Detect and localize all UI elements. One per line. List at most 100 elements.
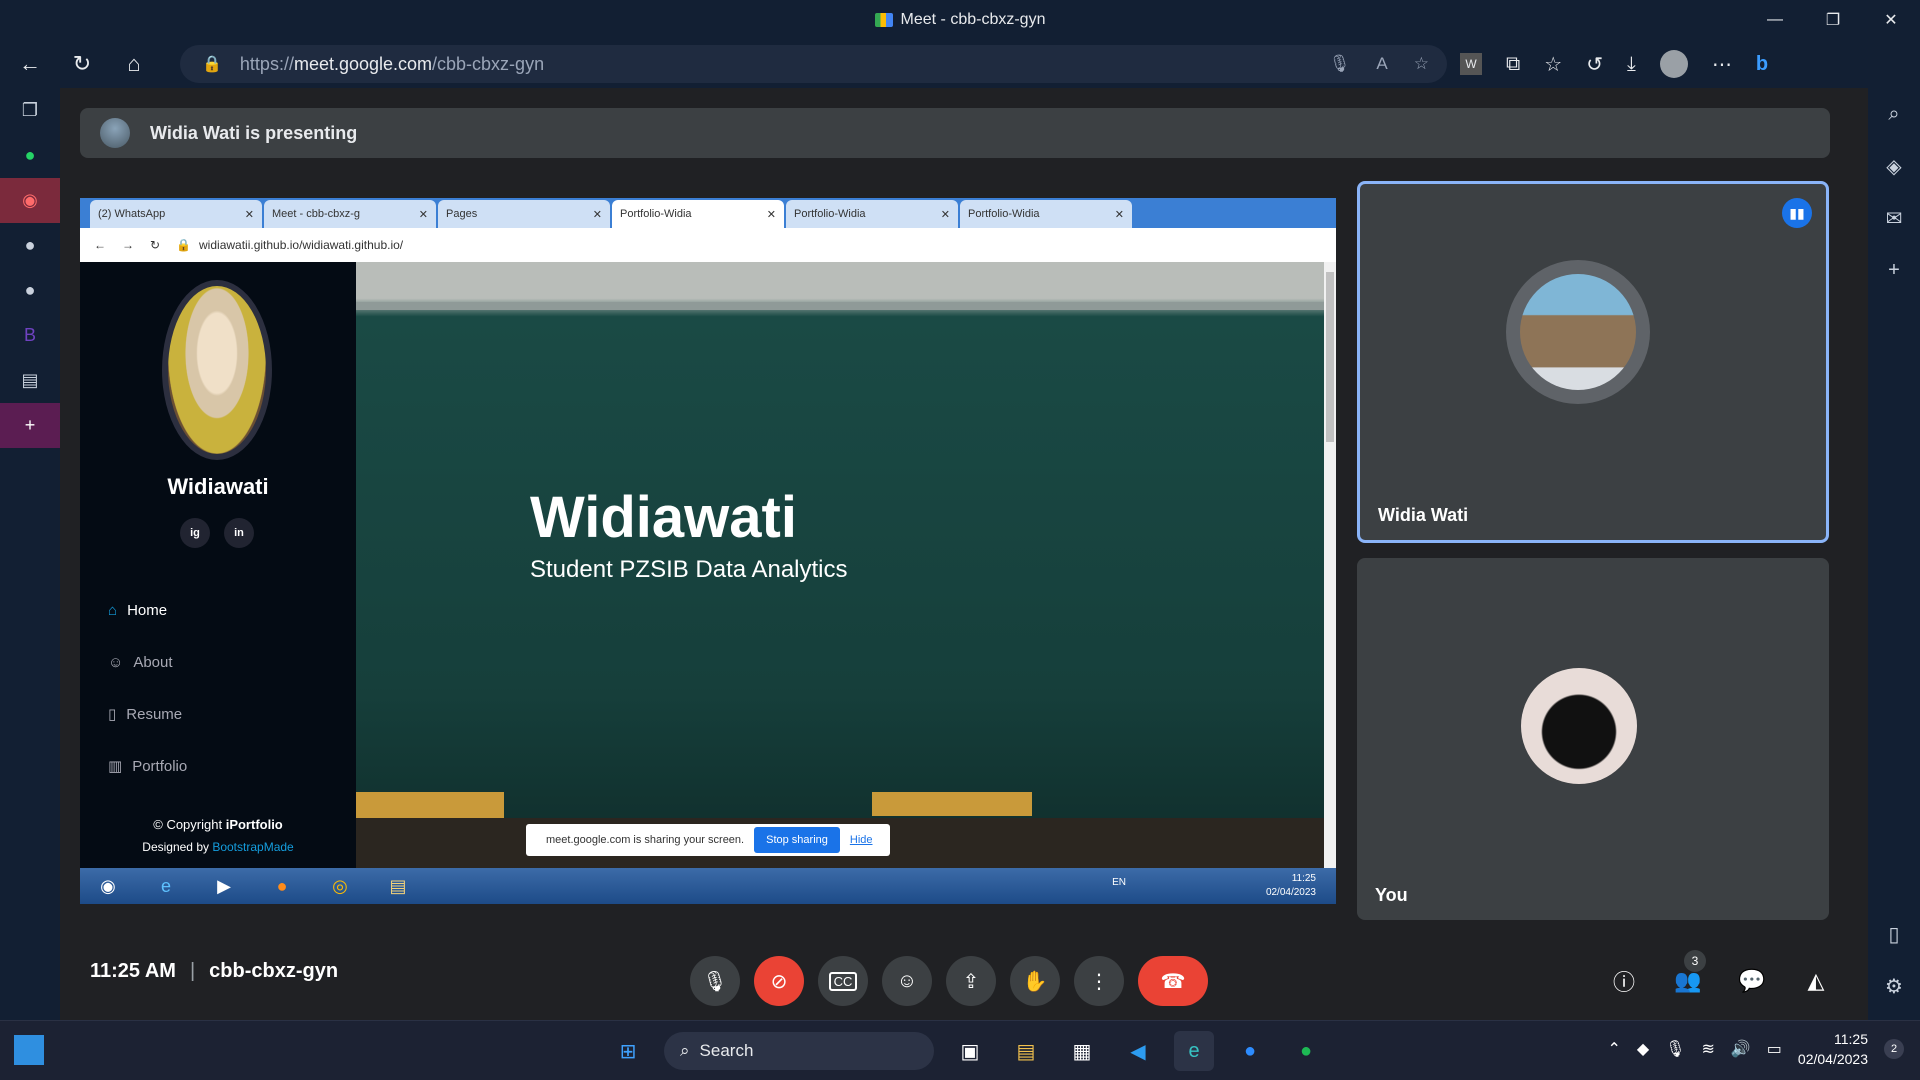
- present-icon: ⇪: [962, 970, 980, 993]
- edge-sidebar-right: ⌕ ◈ ✉ + ▯ ⚙: [1868, 88, 1920, 1020]
- emoji-icon: ☺: [896, 969, 918, 992]
- stop-sharing-button: Stop sharing: [754, 827, 840, 853]
- notification-badge[interactable]: 2: [1884, 1039, 1904, 1059]
- present-button[interactable]: ⇪: [946, 956, 996, 1006]
- nav-label: About: [133, 653, 173, 671]
- extension-w-icon[interactable]: W: [1460, 53, 1482, 75]
- more-vert-icon: ⋮: [1089, 970, 1109, 993]
- wifi-icon[interactable]: ≋: [1701, 1039, 1714, 1059]
- whatsapp-tab-icon[interactable]: ●: [0, 133, 60, 178]
- profile-photo: [162, 280, 272, 460]
- shared-tab-label: Pages: [446, 208, 478, 220]
- shared-screen: (2) WhatsApp ✕ Meet - cbb-cbxz-g ✕ Pages ✕ …: [80, 198, 1336, 904]
- widgets-icon[interactable]: [14, 1035, 44, 1065]
- maximize-button[interactable]: ❐: [1804, 0, 1862, 40]
- activities-button[interactable]: ◭: [1794, 956, 1838, 1006]
- vscode-icon[interactable]: ◀: [1118, 1031, 1158, 1071]
- microphone-icon[interactable]: 🎙: [1329, 54, 1351, 74]
- participant-name: You: [1375, 885, 1408, 905]
- battery-icon[interactable]: ▭: [1767, 1039, 1782, 1059]
- history-icon[interactable]: ↺: [1586, 52, 1603, 77]
- taskbar-search[interactable]: ⌕ Search: [664, 1032, 934, 1070]
- dropbox-icon[interactable]: ◆: [1637, 1039, 1649, 1059]
- outlook-icon[interactable]: ✉: [1868, 192, 1920, 244]
- home-button[interactable]: ⌂: [112, 44, 156, 84]
- url-path: /cbb-cbxz-gyn: [432, 53, 545, 74]
- file-explorer-icon[interactable]: ▤: [1006, 1031, 1046, 1071]
- new-tab-icon[interactable]: +: [0, 403, 60, 448]
- clock-date: 02/04/2023: [1797, 1051, 1868, 1067]
- extensions-icon[interactable]: ⧉: [1506, 53, 1520, 76]
- meeting-details-button[interactable]: ⓘ: [1602, 956, 1646, 1006]
- sidebar-toggle-icon[interactable]: ▯: [1868, 908, 1920, 960]
- microphone-button[interactable]: 🎙: [690, 956, 740, 1006]
- store-icon[interactable]: ▦: [1062, 1031, 1102, 1071]
- people-icon: 👥: [1674, 968, 1702, 993]
- address-input[interactable]: 🔒 https://meet.google.com/cbb-cbxz-gyn 🎙…: [180, 45, 1447, 83]
- github-tab-icon-2[interactable]: ●: [0, 268, 60, 313]
- edge-icon[interactable]: e: [1174, 1031, 1214, 1071]
- hand-icon: ✋: [1022, 970, 1048, 993]
- edge-sidebar-left: ❐ ● ◉ ● ● B ▤ +: [0, 88, 60, 1020]
- zoom-icon[interactable]: ●: [1230, 1031, 1270, 1071]
- shared-tab-label: Meet - cbb-cbxz-g: [272, 208, 361, 220]
- reload-button[interactable]: ↻: [60, 44, 104, 84]
- portfolio-sidebar: Widiawati ig in ⌂ Home ☺ About ▯ Resume ▥ Po…: [80, 262, 356, 868]
- raise-hand-button[interactable]: ✋: [1010, 956, 1060, 1006]
- window-titlebar: Meet - cbb-cbxz-gyn — ❐ ✕: [0, 0, 1920, 40]
- designed-brand: BootstrapMade: [212, 840, 294, 854]
- minimize-button[interactable]: —: [1746, 0, 1804, 40]
- leave-call-button[interactable]: ☎: [1138, 956, 1208, 1006]
- clock-time: 11:25: [1834, 1031, 1868, 1047]
- github-tab-icon[interactable]: ●: [0, 223, 60, 268]
- portfolio-nav: ⌂ Home ☺ About ▯ Resume ▥ Portfolio: [108, 584, 187, 792]
- system-tray: ⌃ ◆ 🎙 ≋ 🔊 ▭ 11:25 02/04/2023 2: [1607, 1029, 1904, 1069]
- back-button[interactable]: ←: [8, 44, 52, 84]
- participant-tile-self[interactable]: You: [1357, 558, 1829, 920]
- emoji-button[interactable]: ☺: [882, 956, 932, 1006]
- bootstrap-tab-icon[interactable]: B: [0, 313, 60, 358]
- meet-tab-icon[interactable]: ◉: [0, 178, 60, 223]
- media-player-icon: ▶: [217, 875, 231, 896]
- shopping-icon[interactable]: ◈: [1868, 140, 1920, 192]
- search-icon[interactable]: ⌕: [1868, 88, 1920, 140]
- start-button[interactable]: ⊞: [608, 1031, 648, 1071]
- camera-off-button[interactable]: ⊘: [754, 956, 804, 1006]
- shared-os-taskbar: ◉ e ▶ ● ◎ ▤ EN 11:25 02/04/2023: [80, 868, 1336, 904]
- hang-up-icon: ☎: [1160, 970, 1186, 993]
- microphone-icon[interactable]: 🎙: [1665, 1039, 1685, 1059]
- chevron-up-icon[interactable]: ⌃: [1607, 1039, 1620, 1059]
- more-options-button[interactable]: ⋮: [1074, 956, 1124, 1006]
- meet-logo-icon: [874, 13, 893, 27]
- read-aloud-icon[interactable]: A: [1376, 54, 1387, 74]
- close-icon: ✕: [1114, 208, 1124, 221]
- close-icon: ✕: [592, 208, 602, 221]
- captions-button[interactable]: CC: [818, 956, 868, 1006]
- speaking-indicator-icon: ▮▮: [1782, 198, 1812, 228]
- hero-title: Widiawati: [530, 485, 797, 550]
- close-icon: ✕: [244, 208, 254, 221]
- chat-button[interactable]: 💬: [1730, 956, 1774, 1006]
- shared-chrome-nav: ← → ↻ 🔒 widiawatii.github.io/widiawati.g…: [80, 228, 1336, 262]
- add-icon[interactable]: +: [1868, 244, 1920, 296]
- settings-icon[interactable]: ⚙: [1868, 960, 1920, 1012]
- shared-tab-portfolio: Portfolio-Widia ✕: [786, 200, 958, 228]
- document-tab-icon[interactable]: ▤: [0, 358, 60, 403]
- spotify-icon[interactable]: ●: [1286, 1031, 1326, 1071]
- downloads-icon[interactable]: ⤓: [1627, 53, 1636, 76]
- tab-actions-icon[interactable]: ❐: [0, 88, 60, 133]
- nav-about: ☺ About: [108, 636, 187, 688]
- volume-icon[interactable]: 🔊: [1731, 1039, 1751, 1059]
- participant-tile[interactable]: ▮▮ Widia Wati: [1357, 181, 1829, 543]
- bing-icon[interactable]: b: [1756, 53, 1768, 76]
- task-view-icon[interactable]: ▣: [950, 1031, 990, 1071]
- profile-avatar[interactable]: [1659, 50, 1688, 78]
- taskbar-clock[interactable]: 11:25 02/04/2023: [1798, 1029, 1868, 1069]
- reload-icon: ↻: [150, 238, 161, 252]
- add-favorite-icon[interactable]: ☆: [1414, 54, 1429, 74]
- people-button[interactable]: 👥 3: [1666, 950, 1710, 1006]
- more-menu-icon[interactable]: ⋯: [1712, 52, 1732, 77]
- close-button[interactable]: ✕: [1862, 0, 1920, 40]
- favorites-icon[interactable]: ☆: [1544, 52, 1562, 77]
- meeting-time: 11:25 AM: [90, 960, 176, 982]
